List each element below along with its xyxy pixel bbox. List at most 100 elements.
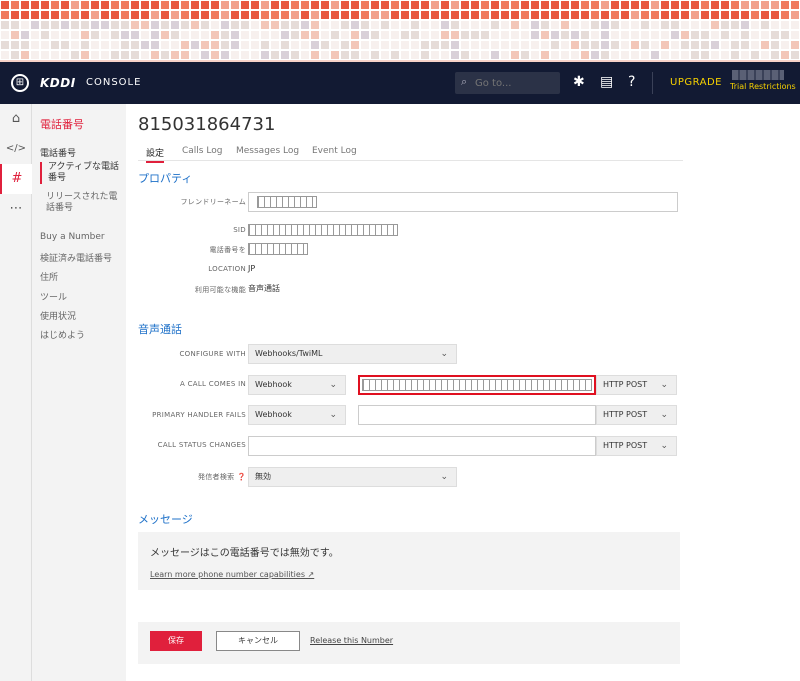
mosaic-tile [750,20,760,30]
docs-icon[interactable]: ▤ [600,74,613,90]
mosaic-tile [320,10,330,20]
chevron-down-icon: ⌄ [440,472,448,482]
mosaic-tile [530,10,540,20]
mosaic-tile [790,40,800,50]
tab-messages-log[interactable]: Messages Log [236,146,299,156]
nav-item-getting-started[interactable]: はじめよう [40,328,85,341]
primary-handler-method-select[interactable]: HTTP POST ⌄ [596,405,677,425]
mosaic-tile [720,30,730,40]
help-icon[interactable]: ? [628,74,635,90]
mosaic-tile [450,20,460,30]
mosaic-tile [700,50,710,60]
tab-event-log[interactable]: Event Log [312,146,357,156]
friendly-name-field[interactable] [248,192,678,212]
save-button[interactable]: 保存 [150,631,202,651]
cancel-button[interactable]: キャンセル [216,631,300,651]
side-nav: 電話番号 電話番号 アクティブな電話番号 リリースされた電話番号 Buy a N… [32,104,126,681]
caller-lookup-value: 無効 [255,472,271,481]
mosaic-tile [20,10,30,20]
mosaic-tile [610,50,620,60]
mosaic-tile [440,50,450,60]
logo-icon[interactable]: ⊞ [11,74,29,92]
mosaic-tile [0,50,10,60]
mosaic-tile [280,0,290,10]
search-input[interactable] [475,74,555,92]
mosaic-tile [620,20,630,30]
mosaic-tile [700,0,710,10]
mosaic-tile [320,30,330,40]
primary-handler-url-field[interactable] [358,405,596,425]
chevron-down-icon: ⌄ [440,349,448,359]
mosaic-tile [780,50,790,60]
nav-item-usage[interactable]: 使用状況 [40,309,76,322]
learn-more-link[interactable]: Learn more phone number capabilities ↗ [150,570,314,579]
mosaic-tile [50,50,60,60]
mosaic-tile [180,40,190,50]
code-icon[interactable]: </> [0,134,32,164]
mosaic-tile [750,40,760,50]
mosaic-tile [120,30,130,40]
mosaic-tile [490,0,500,10]
release-number-link[interactable]: Release this Number [310,636,393,645]
mosaic-tile [150,20,160,30]
mosaic-tile [750,0,760,10]
chevron-down-icon: ⌄ [329,380,337,390]
upgrade-link[interactable]: UPGRADE [670,77,722,88]
mosaic-tile [630,0,640,10]
nav-item-verified-numbers[interactable]: 検証済み電話番号 [40,251,112,264]
primary-handler-type-select[interactable]: Webhook ⌄ [248,405,346,425]
mosaic-tile [20,20,30,30]
mosaic-tile [530,30,540,40]
call-comes-in-type-select[interactable]: Webhook ⌄ [248,375,346,395]
mosaic-tile [180,0,190,10]
nav-item-active-numbers[interactable]: アクティブな電話番号 [40,162,124,184]
call-comes-in-url-field[interactable] [358,375,596,395]
mosaic-tile [410,0,420,10]
caller-lookup-select[interactable]: 無効 ⌄ [248,467,457,487]
home-icon[interactable]: ⌂ [0,104,32,134]
mosaic-tile [270,20,280,30]
mosaic-tile [460,20,470,30]
console-label[interactable]: CONSOLE [86,77,141,88]
mosaic-tile [540,20,550,30]
trial-restrictions-link[interactable]: Trial Restrictions [730,82,796,91]
configure-with-select[interactable]: Webhooks/TwiML ⌄ [248,344,457,364]
mosaic-tile [150,10,160,20]
mosaic-tile [740,20,750,30]
nav-item-addresses[interactable]: 住所 [40,270,58,283]
mosaic-tile [680,30,690,40]
mosaic-tile [150,30,160,40]
brand-logo[interactable]: KDDI [40,76,76,90]
mosaic-tile [430,20,440,30]
search-box[interactable]: ⌕ [455,72,560,94]
call-status-url-field[interactable] [248,436,596,456]
mosaic-tile [530,50,540,60]
mosaic-tile [160,10,170,20]
bug-icon[interactable]: ✱ [573,74,585,90]
mosaic-tile [30,20,40,30]
mosaic-tile [240,40,250,50]
call-status-method-select[interactable]: HTTP POST ⌄ [596,436,677,456]
mosaic-tile [360,10,370,20]
mosaic-tile [350,40,360,50]
mosaic-tile [70,30,80,40]
mosaic-tile [470,20,480,30]
mosaic-tile [200,20,210,30]
mosaic-tile [600,40,610,50]
mosaic-tile [690,20,700,30]
hash-icon[interactable]: # [0,164,32,194]
mosaic-tile [670,0,680,10]
mosaic-tile [140,40,150,50]
tab-calls-log[interactable]: Calls Log [182,146,222,156]
more-icon[interactable]: ⋯ [0,194,32,224]
nav-item-tools[interactable]: ツール [40,290,67,303]
mosaic-tile [470,30,480,40]
mosaic-tile [610,40,620,50]
call-comes-in-method-select[interactable]: HTTP POST ⌄ [596,375,677,395]
mosaic-tile [310,10,320,20]
nav-item-released-numbers[interactable]: リリースされた電話番号 [40,192,124,214]
nav-item-buy-number[interactable]: Buy a Number [40,232,105,242]
nav-section[interactable]: 電話番号 [40,146,76,159]
mosaic-tile [760,10,770,20]
mosaic-tile [190,40,200,50]
